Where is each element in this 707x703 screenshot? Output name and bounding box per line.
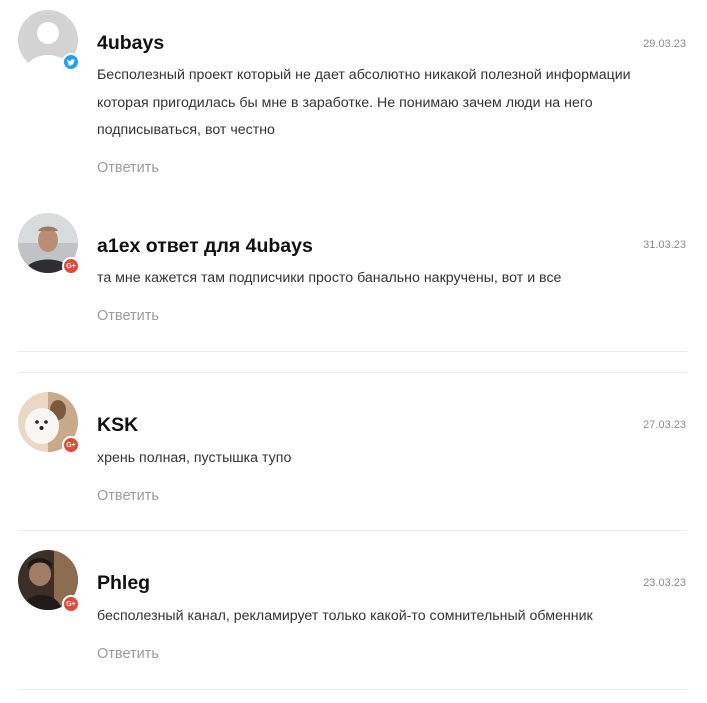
reply-button[interactable]: Ответить <box>97 488 159 504</box>
divider <box>18 351 687 352</box>
divider <box>18 372 687 373</box>
comment-author: a1ex ответ для 4ubays <box>97 235 313 257</box>
google-plus-icon: G+ <box>62 595 80 613</box>
divider <box>18 530 687 531</box>
comment-author: KSK <box>97 414 139 436</box>
reply-button[interactable]: Ответить <box>97 646 159 662</box>
comment-text: Бесполезный проект который не дает абсол… <box>97 67 631 138</box>
comment-date: 31.03.23 <box>643 239 686 251</box>
google-plus-icon: G+ <box>62 257 80 275</box>
reply-button[interactable]: Ответить <box>97 308 159 324</box>
comment-author: 4ubays <box>97 32 165 54</box>
google-plus-icon: G+ <box>62 436 80 454</box>
comment-date: 23.03.23 <box>643 577 686 589</box>
divider <box>18 689 687 690</box>
twitter-icon <box>62 53 80 71</box>
comment-date: 27.03.23 <box>643 419 686 431</box>
reply-button[interactable]: Ответить <box>97 160 159 176</box>
comment-text: бесполезный канал, рекламирует только ка… <box>97 608 593 624</box>
comment-author: Phleg <box>97 572 151 594</box>
comment-date: 29.03.23 <box>643 38 686 50</box>
comment-text: та мне кажется там подписчики просто бан… <box>97 270 562 286</box>
comment-text: хрень полная, пустышка тупо <box>97 450 292 466</box>
